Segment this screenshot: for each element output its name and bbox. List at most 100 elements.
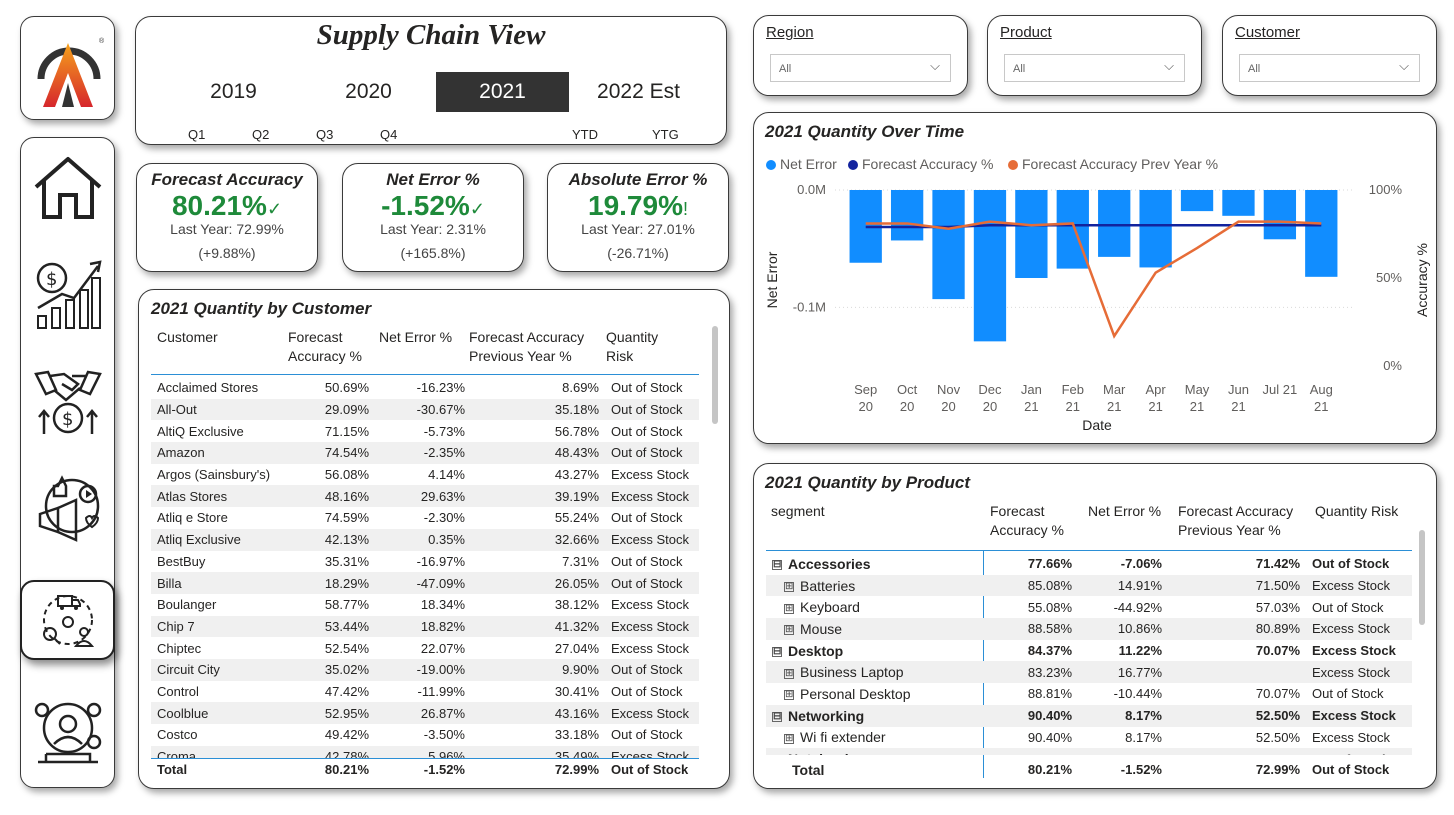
- table-row[interactable]: Atliq Exclusive 42.13% 0.35% 32.66% Excess S…: [151, 528, 699, 551]
- table-row[interactable]: Chip 7 53.44% 18.82% 41.32% Excess Stock: [151, 615, 699, 638]
- table-row[interactable]: Billa 18.29% -47.09% 26.05% Out of Stock: [151, 572, 699, 594]
- nav-marketing[interactable]: [20, 462, 115, 558]
- table-row[interactable]: ⊞ Personal Desktop 88.81% -10.44% 70.07% Out …: [766, 683, 1412, 705]
- col-header-prev-year[interactable]: Forecast Accuracy Previous Year %: [1178, 502, 1293, 540]
- col-header-segment[interactable]: segment: [771, 502, 825, 521]
- product-dropdown[interactable]: All ⌵: [1004, 54, 1185, 82]
- region-slicer-label: Region: [766, 24, 814, 41]
- kpi-net-error: Net Error % -1.52%✓ Last Year: 2.31% (+1…: [342, 163, 524, 272]
- quarter-q4-button[interactable]: Q4: [380, 127, 397, 142]
- table-row[interactable]: Control 47.42% -11.99% 30.41% Out of Stock: [151, 681, 699, 703]
- bar-net-error: [1098, 190, 1131, 257]
- table-row[interactable]: Argos (Sainsbury's) 56.08% 4.14% 43.27% Exce…: [151, 464, 699, 486]
- collapse-icon[interactable]: ⊟: [772, 711, 782, 722]
- col-header-prev-year[interactable]: Forecast Accuracy Previous Year %: [469, 328, 584, 366]
- customer-table-body: Acclaimed Stores 50.69% -16.23% 8.69% Out of…: [151, 377, 699, 758]
- ytg-button[interactable]: YTG: [652, 127, 679, 142]
- col-header-net-error[interactable]: Net Error %: [379, 328, 452, 347]
- cell-forecast-accuracy: 35.02%: [279, 658, 375, 681]
- table-row[interactable]: ⊞ Wi fi extender 90.40% 8.17% 52.50% Excess S…: [766, 727, 1412, 749]
- ytd-button[interactable]: YTD: [572, 127, 598, 142]
- table-row[interactable]: Circuit City 35.02% -19.00% 9.90% Out of Sto…: [151, 658, 699, 681]
- cell-forecast-accuracy: 74.59%: [324, 510, 369, 526]
- table-row[interactable]: Amazon 74.54% -2.35% 48.43% Out of Stock: [151, 442, 699, 464]
- cell-quantity-risk: Excess Stock: [1306, 618, 1412, 640]
- expand-icon[interactable]: ⊞: [784, 668, 794, 679]
- table-row[interactable]: ⊞ Batteries 85.08% 14.91% 71.50% Excess Stock: [766, 574, 1412, 597]
- customer-table-scrollbar[interactable]: [712, 326, 718, 424]
- table-group-row[interactable]: ⊟ Networking 90.40% 8.17% 52.50% Excess Stock: [766, 704, 1412, 727]
- col-header-customer[interactable]: Customer: [157, 328, 218, 347]
- table-row[interactable]: Chiptec 52.54% 22.07% 27.04% Excess Stock: [151, 637, 699, 659]
- table-row[interactable]: Atliq e Store 74.59% -2.30% 55.24% Out of St…: [151, 507, 699, 529]
- nav-executive[interactable]: [20, 686, 115, 782]
- cell-forecast-accuracy: 48.16%: [279, 485, 375, 508]
- cell-net-error: 22.07%: [420, 640, 465, 656]
- cell-quantity-risk: Out of Stock: [1312, 686, 1384, 702]
- cell-quantity-risk: Excess Stock: [1312, 643, 1396, 659]
- year-2022-est-button[interactable]: 2022 Est: [586, 72, 691, 112]
- collapse-icon[interactable]: ⊟: [772, 560, 782, 571]
- segment-label: Networking: [788, 707, 865, 724]
- cell-prev-year: 41.32%: [471, 615, 605, 638]
- table-group-row[interactable]: ⊟Notebook79.99%3.96%76.65%Out of Stock: [766, 748, 1412, 755]
- table-row[interactable]: Acclaimed Stores 50.69% -16.23% 8.69% Out of…: [151, 377, 699, 399]
- nav-finance[interactable]: $: [20, 246, 115, 342]
- expand-icon[interactable]: ⊞: [784, 603, 794, 614]
- table-row[interactable]: BestBuy 35.31% -16.97% 7.31% Out of Stock: [151, 551, 699, 573]
- customer-dropdown[interactable]: All ⌵: [1239, 54, 1420, 82]
- total-quantity-risk: Out of Stock: [1312, 762, 1390, 778]
- table-row[interactable]: All-Out 29.09% -30.67% 35.18% Out of Stock: [151, 398, 699, 421]
- year-2019-button[interactable]: 2019: [186, 72, 281, 112]
- cell-prev-year: 76.65%: [1168, 748, 1306, 755]
- table-row[interactable]: Boulanger 58.77% 18.34% 38.12% Excess Stock: [151, 594, 699, 616]
- table-row[interactable]: Coolblue 52.95% 26.87% 43.16% Excess Stock: [151, 702, 699, 724]
- table-group-row[interactable]: ⊟ Accessories 77.66% -7.06% 71.42% Out of Sto…: [766, 553, 1412, 575]
- nav-sales[interactable]: $: [20, 352, 115, 448]
- table-row[interactable]: Costco 49.42% -3.50% 33.18% Out of Stock: [151, 724, 699, 746]
- table-row[interactable]: ⊞ Mouse 88.58% 10.86% 80.89% Excess Stock: [766, 618, 1412, 640]
- expand-icon[interactable]: ⊞: [784, 581, 794, 592]
- bar-net-error: [1180, 190, 1214, 212]
- cell-quantity-risk: Out of Stock: [1312, 556, 1390, 572]
- cell-prev-year: 52.50%: [1168, 704, 1306, 727]
- region-dropdown[interactable]: All ⌵: [770, 54, 951, 82]
- cell-customer: Boulanger: [157, 597, 217, 613]
- bar-net-error: [890, 190, 924, 241]
- page-title: Supply Chain View: [316, 19, 546, 51]
- col-header-quantity-risk[interactable]: Quantity Risk: [606, 328, 658, 366]
- x-tick-label: May 21: [1185, 382, 1210, 414]
- table-row[interactable]: Croma 42.78% 5.96% 35.49% Excess Stock: [151, 745, 699, 758]
- cell-net-error: -10.44%: [1113, 686, 1162, 702]
- col-header-forecast-accuracy[interactable]: Forecast Accuracy %: [288, 328, 362, 366]
- table-row[interactable]: ⊞ Keyboard 55.08% -44.92% 57.03% Out of Stock: [766, 596, 1412, 618]
- col-header-quantity-risk[interactable]: Quantity Risk: [1315, 502, 1398, 521]
- table-row[interactable]: Atlas Stores 48.16% 29.63% 39.19% Excess Sto…: [151, 485, 699, 508]
- expand-icon[interactable]: ⊞: [784, 733, 794, 744]
- cell-quantity-risk: Excess Stock: [1306, 574, 1412, 597]
- quarter-q1-button[interactable]: Q1: [188, 127, 205, 142]
- table-row[interactable]: AltiQ Exclusive 71.15% -5.73% 56.78% Out of …: [151, 420, 699, 442]
- col-header-net-error[interactable]: Net Error %: [1088, 502, 1161, 521]
- product-table-scrollbar[interactable]: [1419, 530, 1425, 625]
- cell-net-error: 4.14%: [428, 467, 465, 483]
- cell-quantity-risk: Excess Stock: [611, 597, 690, 613]
- x-tick-label: Dec 20: [978, 382, 1002, 414]
- marketing-icon: [38, 475, 99, 542]
- quarter-q3-button[interactable]: Q3: [316, 127, 333, 142]
- table-row[interactable]: ⊞ Business Laptop 83.23% 16.77% Excess Stock: [766, 661, 1412, 684]
- collapse-icon[interactable]: ⊟: [772, 646, 782, 657]
- total-forecast-accuracy: 80.21%: [1027, 762, 1072, 778]
- col-header-forecast-accuracy[interactable]: Forecast Accuracy %: [990, 502, 1064, 540]
- nav-supply-chain[interactable]: [20, 580, 115, 660]
- quarter-q2-button[interactable]: Q2: [252, 127, 269, 142]
- cell-customer: AltiQ Exclusive: [157, 423, 244, 439]
- expand-icon[interactable]: ⊞: [784, 625, 794, 636]
- expand-icon[interactable]: ⊞: [784, 690, 794, 701]
- year-2021-button[interactable]: 2021: [436, 72, 569, 112]
- year-2020-button[interactable]: 2020: [321, 72, 416, 112]
- cell-quantity-risk: Excess Stock: [605, 528, 699, 551]
- quantity-over-time-chart[interactable]: Net Error Accuracy % Date 0.0M -0.1M 100% 5…: [750, 160, 1440, 440]
- table-group-row[interactable]: ⊟ Desktop 84.37% 11.22% 70.07% Excess Stock: [766, 640, 1412, 662]
- nav-home[interactable]: [20, 140, 115, 236]
